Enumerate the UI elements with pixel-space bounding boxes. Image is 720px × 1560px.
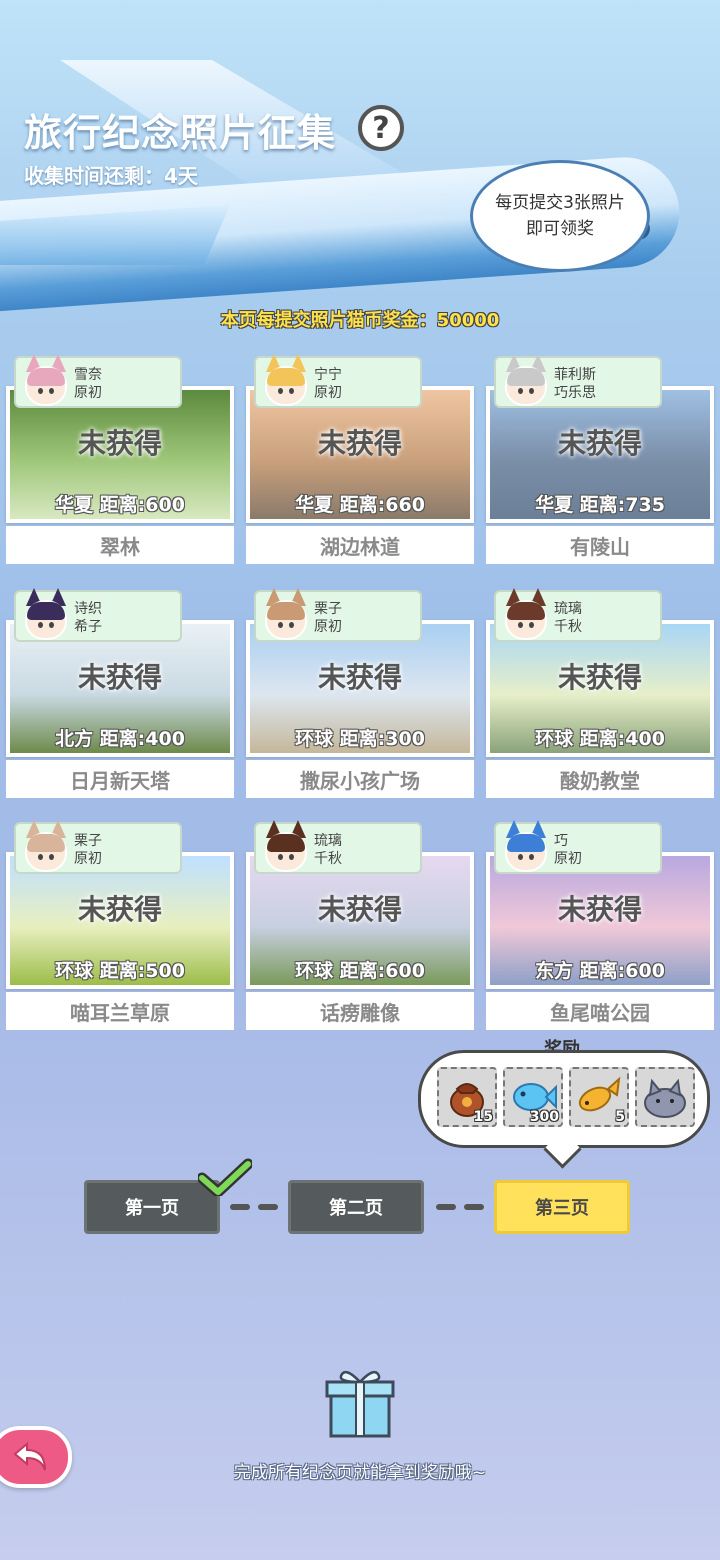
photo-card[interactable]: 未获得环球 距离:500 喵耳兰草原 栗子原初: [6, 820, 234, 1032]
reward-count: 15: [473, 1109, 493, 1125]
page-2-button[interactable]: 第二页: [288, 1180, 424, 1234]
rewards-bubble: 15 300 5: [418, 1050, 710, 1148]
photo-card[interactable]: 未获得华夏 距离:660 湖边林道 宁宁原初: [246, 354, 474, 566]
location-name: 鱼尾喵公园: [486, 992, 714, 1030]
character-name: 宁宁: [314, 367, 342, 383]
photo-status: 未获得: [77, 427, 162, 460]
photo-distance: 东方 距离:600: [535, 960, 665, 982]
page-title: 旅行纪念照片征集: [24, 111, 337, 155]
character-name: 栗子: [314, 601, 342, 617]
character-subname: 原初: [554, 851, 582, 867]
character-name: 琉璃: [314, 833, 342, 849]
photo-status: 未获得: [77, 893, 162, 926]
photo-card[interactable]: 未获得东方 距离:600 鱼尾喵公园 巧原初: [486, 820, 714, 1032]
photo-card[interactable]: 未获得华夏 距离:600 翠林 雪奈原初: [6, 354, 234, 566]
coin-reward-banner: 本页每提交照片猫币奖金：50000: [220, 310, 500, 331]
photo-card[interactable]: 未获得华夏 距离:735 有陵山 菲利斯巧乐思: [486, 354, 714, 566]
character-avatar-icon: [260, 588, 312, 640]
character-avatar-icon: [260, 820, 312, 872]
gray-cat-plush-icon: [644, 1078, 686, 1118]
character-subname: 原初: [314, 385, 342, 401]
character-avatar-icon: [20, 354, 72, 406]
completion-hint: 完成所有纪念页就能拿到奖励哦~: [233, 1463, 487, 1483]
character-name: 琉璃: [554, 601, 582, 617]
gift-box-icon[interactable]: [325, 1366, 395, 1438]
character-avatar-icon: [500, 354, 552, 406]
character-subname: 千秋: [554, 619, 582, 635]
photo-status: 未获得: [317, 661, 402, 694]
reward-item-cat-plush[interactable]: [635, 1067, 695, 1127]
photo-status: 未获得: [557, 893, 642, 926]
character-name: 巧: [554, 833, 568, 849]
reward-item-treasure-bag[interactable]: 15: [437, 1067, 497, 1127]
time-remaining: 收集时间还剩：4天: [24, 164, 198, 188]
character-name: 雪奈: [74, 367, 102, 383]
photo-distance: 华夏 距离:735: [535, 494, 665, 516]
reward-item-blue-fish[interactable]: 300: [503, 1067, 563, 1127]
page-connector: [258, 1204, 278, 1210]
character-tag: 菲利斯 巧乐思: [494, 354, 662, 408]
photo-card[interactable]: 未获得环球 距离:400 酸奶教堂 琉璃千秋: [486, 588, 714, 800]
character-tag: 琉璃 千秋: [254, 820, 422, 874]
character-tag: 巧原初: [494, 820, 662, 874]
character-subname: 原初: [74, 851, 102, 867]
reward-count: 5: [615, 1109, 625, 1125]
character-tag: 雪奈 原初: [14, 354, 182, 408]
character-name: 诗织: [74, 601, 102, 617]
photo-distance: 环球 距离:500: [55, 960, 185, 982]
location-name: 翠林: [6, 526, 234, 564]
page-3-button[interactable]: 第三页: [494, 1180, 630, 1234]
hint-line-2: 即可领奖: [525, 219, 594, 239]
character-tag: 栗子 原初: [14, 820, 182, 874]
photo-card[interactable]: 未获得北方 距离:400 日月新天塔 诗织希子: [6, 588, 234, 800]
photo-status: 未获得: [77, 661, 162, 694]
back-button[interactable]: [0, 1426, 72, 1488]
character-subname: 原初: [314, 619, 342, 635]
photo-distance: 华夏 距离:600: [55, 494, 185, 516]
photo-status: 未获得: [317, 427, 402, 460]
location-name: 日月新天塔: [6, 760, 234, 798]
photo-distance: 环球 距离:400: [535, 728, 665, 750]
location-name: 湖边林道: [246, 526, 474, 564]
photo-distance: 华夏 距离:660: [295, 494, 425, 516]
character-subname: 希子: [74, 619, 102, 635]
character-avatar-icon: [500, 820, 552, 872]
character-name: 栗子: [74, 833, 102, 849]
photo-status: 未获得: [557, 427, 642, 460]
location-name: 喵耳兰草原: [6, 992, 234, 1030]
reward-count: 300: [529, 1109, 559, 1125]
character-tag: 栗子 原初: [254, 588, 422, 642]
character-avatar-icon: [20, 588, 72, 640]
photo-distance: 环球 距离:300: [295, 728, 425, 750]
photo-status: 未获得: [317, 893, 402, 926]
reward-item-golden-fish[interactable]: 5: [569, 1067, 629, 1127]
photo-status: 未获得: [557, 661, 642, 694]
character-avatar-icon: [20, 820, 72, 872]
photo-card[interactable]: 未获得环球 距离:300 撒尿小孩广场 栗子原初: [246, 588, 474, 800]
character-subname: 原初: [74, 385, 102, 401]
location-name: 有陵山: [486, 526, 714, 564]
character-avatar-icon: [260, 354, 312, 406]
location-name: 话痨雕像: [246, 992, 474, 1030]
hint-line-1: 每页提交3张照片: [495, 193, 625, 213]
back-arrow-icon: [13, 1441, 46, 1471]
character-tag: 琉璃 千秋: [494, 588, 662, 642]
page-connector: [464, 1204, 484, 1210]
character-subname: 千秋: [314, 851, 342, 867]
location-name: 酸奶教堂: [486, 760, 714, 798]
page-connector: [436, 1204, 456, 1210]
photo-distance: 北方 距离:400: [55, 728, 185, 750]
page-connector: [230, 1204, 250, 1210]
photo-distance: 环球 距离:600: [295, 960, 425, 982]
character-subname: 巧乐思: [554, 385, 596, 401]
completed-check-icon: [198, 1158, 252, 1196]
character-tag: 宁宁 原初: [254, 354, 422, 408]
character-avatar-icon: [500, 588, 552, 640]
help-button[interactable]: ?: [358, 105, 404, 151]
character-tag: 诗织 希子: [14, 588, 182, 642]
hint-bubble: 每页提交3张照片 即可领奖: [470, 160, 650, 272]
location-name: 撒尿小孩广场: [246, 760, 474, 798]
character-name: 菲利斯: [554, 367, 596, 383]
photo-card[interactable]: 未获得环球 距离:600 话痨雕像 琉璃千秋: [246, 820, 474, 1032]
